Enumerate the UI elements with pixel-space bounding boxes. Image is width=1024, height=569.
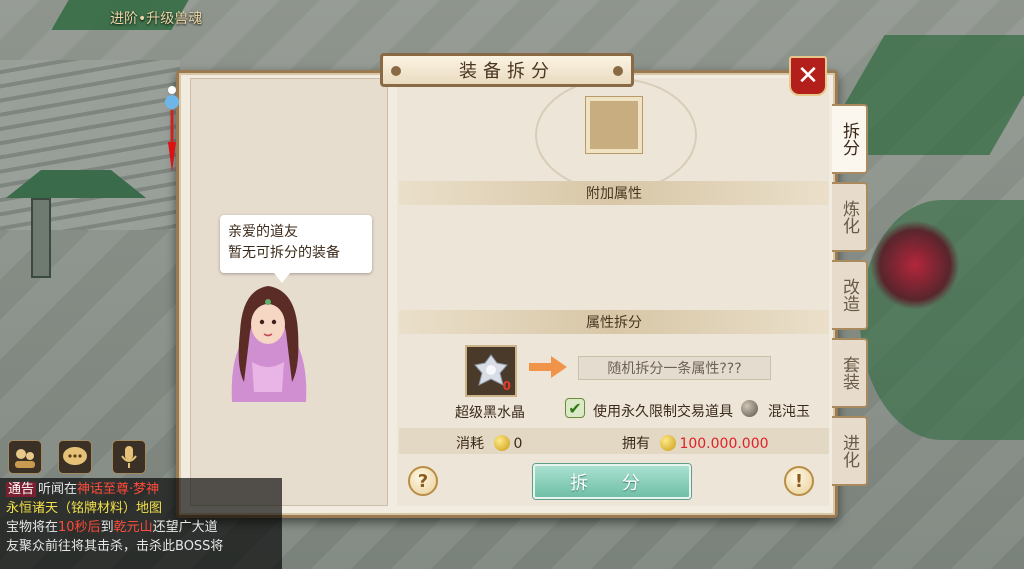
- chat-line: 永恒诸天（铭牌材料）地图: [6, 501, 163, 516]
- tab-modify-label: 改造: [839, 278, 859, 312]
- checkmark-icon: ✔: [568, 398, 582, 418]
- attr-split-header: 属性拆分: [399, 310, 829, 334]
- npc-speech-bubble: 亲爱的道友 暂无可拆分的装备: [220, 215, 372, 283]
- dialog-title: 装备拆分: [380, 53, 634, 87]
- scene-monster: [870, 220, 960, 310]
- extra-attr-header: 附加属性: [399, 181, 829, 205]
- extra-attr-label: 附加属性: [586, 186, 642, 202]
- random-split-field: 随机拆分一条属性???: [578, 356, 771, 380]
- tab-refine[interactable]: 炼化: [832, 182, 868, 252]
- chat-button[interactable]: [58, 440, 92, 474]
- chat-highlight: 10秒后: [58, 520, 101, 535]
- friends-button[interactable]: [8, 440, 42, 474]
- top-banner-text[interactable]: 进阶•升级兽魂: [110, 8, 270, 30]
- attr-split-label: 属性拆分: [586, 315, 642, 331]
- split-button[interactable]: 拆 分: [533, 464, 691, 499]
- chat-highlight: 乾元山: [113, 520, 153, 535]
- tab-refine-label: 炼化: [839, 200, 859, 234]
- chaos-jade-label: 混沌玉: [768, 404, 810, 420]
- tab-set[interactable]: 套装: [832, 338, 868, 408]
- split-button-label: 拆 分: [570, 472, 654, 494]
- use-permanent-checkbox[interactable]: ✔: [565, 398, 585, 418]
- material-name: 超级黑水晶: [455, 405, 525, 421]
- tab-evolve-label: 进化: [839, 434, 859, 468]
- close-icon: ✕: [797, 61, 819, 91]
- cost-label: 消耗: [456, 436, 484, 452]
- chat-text: 到: [100, 520, 114, 535]
- cost-value: 0: [513, 436, 523, 452]
- material-count: 0: [502, 379, 511, 393]
- chat-text: 听闻在: [38, 482, 78, 497]
- chat-line: 友聚众前往将其击杀，击杀此BOSS将: [6, 539, 224, 554]
- chat-text: 宝物将在: [6, 520, 59, 535]
- hanging-ornament-icon: [165, 86, 179, 172]
- announce-tag: 通告: [6, 482, 37, 497]
- chat-bubble-icon: [63, 447, 87, 465]
- tab-evolve[interactable]: 进化: [832, 416, 868, 486]
- chat-text: 还望广大道: [152, 520, 218, 535]
- question-icon: ?: [417, 470, 429, 492]
- npc-girl-portrait: [231, 286, 307, 402]
- own-info: 拥有 100.000.000: [622, 433, 769, 453]
- tab-split-label: 拆分: [839, 122, 859, 156]
- exclamation-icon: !: [794, 470, 804, 492]
- speech-line-1: 亲爱的道友: [228, 224, 298, 240]
- material-slot[interactable]: 0: [465, 345, 517, 397]
- coin-icon: [494, 435, 511, 451]
- chaos-jade-icon[interactable]: [741, 400, 758, 417]
- cost-info: 消耗 0: [456, 433, 522, 453]
- microphone-icon: [121, 446, 137, 468]
- lantern-tower: [6, 150, 146, 280]
- tab-set-label: 套装: [839, 356, 859, 390]
- tab-split[interactable]: 拆分: [832, 104, 868, 174]
- equipment-slot[interactable]: [586, 97, 642, 153]
- coin-icon: [660, 435, 677, 451]
- info-button[interactable]: !: [784, 466, 814, 496]
- own-value: 100.000.000: [679, 436, 769, 452]
- arrow-right-icon: [529, 356, 567, 378]
- friends-icon: [15, 449, 35, 468]
- help-button[interactable]: ?: [408, 466, 438, 496]
- own-label: 拥有: [622, 436, 650, 452]
- random-split-text: 随机拆分一条属性???: [607, 361, 742, 377]
- chat-line: 宝物将在10秒后到乾元山还望广大道: [6, 518, 276, 537]
- chat-panel[interactable]: 通告 听闻在神话至尊·梦神 永恒诸天（铭牌材料）地图 宝物将在10秒后到乾元山还望…: [0, 478, 282, 569]
- dialog-title-text: 装备拆分: [459, 61, 555, 82]
- speech-line-2: 暂无可拆分的装备: [228, 245, 340, 261]
- close-button[interactable]: ✕: [789, 56, 827, 96]
- tab-modify[interactable]: 改造: [832, 260, 868, 330]
- chat-highlight: 神话至尊·梦神: [77, 482, 160, 497]
- use-permanent-label: 使用永久限制交易道具: [593, 404, 733, 420]
- voice-button[interactable]: [112, 440, 146, 474]
- chat-line: 通告 听闻在神话至尊·梦神: [6, 480, 276, 499]
